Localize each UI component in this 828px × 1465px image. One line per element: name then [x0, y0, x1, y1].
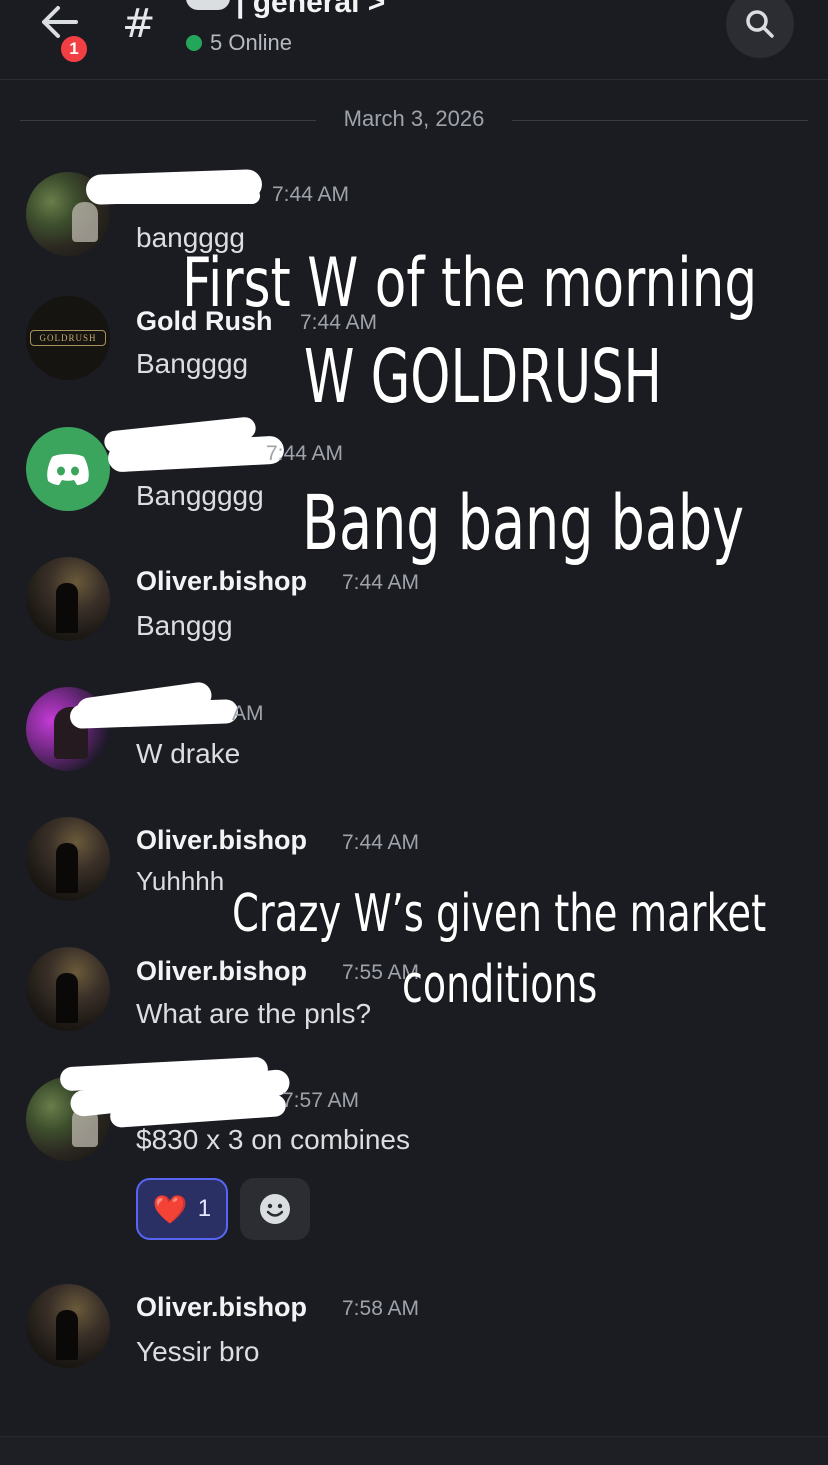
avatar[interactable] — [26, 557, 110, 641]
message-text: Bangggg — [136, 348, 249, 379]
message-text: Yessir bro — [136, 1336, 260, 1367]
search-button[interactable] — [726, 0, 794, 58]
author-name[interactable]: Oliver.bishop — [136, 1292, 307, 1323]
avatar[interactable] — [26, 947, 110, 1031]
online-status: 5 Online — [186, 30, 292, 56]
caption-text: conditions — [402, 955, 598, 1015]
caption-text: Crazy W’s given the market — [232, 884, 767, 944]
timestamp: 7:57 AM — [282, 1089, 360, 1112]
timestamp: 7:44 AM — [272, 183, 350, 206]
timestamp: 7:58 AM — [342, 1297, 420, 1320]
heart-icon: ❤️ — [152, 1193, 188, 1225]
avatar-logo-text: GOLDRUSH — [30, 330, 106, 346]
timestamp: 7:44 AM — [266, 442, 344, 465]
search-icon — [746, 10, 774, 38]
caption-text: First W of the morning — [182, 244, 758, 323]
channel-name[interactable]: | general > — [236, 0, 385, 20]
chat-bubble-icon — [186, 0, 230, 10]
channel-header: 1 # | general > 5 Online — [0, 0, 828, 80]
message-text: Banggggg — [136, 480, 264, 511]
message-text: W drake — [136, 738, 241, 769]
caption-text: W GOLDRUSH — [304, 334, 662, 420]
notification-badge: 1 — [57, 32, 91, 66]
add-reaction-button[interactable] — [240, 1178, 310, 1240]
timestamp: 7:44 AM — [342, 831, 420, 854]
date-divider: March 3, 2026 — [343, 106, 485, 131]
author-name[interactable]: Oliver.bishop — [136, 956, 307, 987]
online-dot-icon — [186, 35, 202, 51]
avatar[interactable] — [26, 1284, 110, 1368]
discord-logo-icon — [47, 454, 89, 485]
message-text: $830 x 3 on combines — [136, 1124, 410, 1155]
divider-left — [20, 120, 316, 121]
heart-reaction[interactable]: ❤️ 1 — [136, 1178, 228, 1240]
avatar[interactable] — [26, 817, 110, 901]
message-text: Yuhhhh — [136, 866, 225, 896]
message-text: What are the pnls? — [136, 998, 372, 1029]
timestamp: AM — [232, 702, 264, 725]
author-name[interactable]: Oliver.bishop — [136, 825, 307, 856]
divider-right — [512, 120, 808, 121]
bottom-bar — [0, 1436, 828, 1465]
redaction-mark — [100, 188, 260, 204]
avatar[interactable]: GOLDRUSH — [26, 296, 110, 380]
redaction-mark — [69, 699, 239, 729]
avatar[interactable] — [26, 427, 110, 511]
hash-icon: # — [122, 1, 156, 47]
smiley-icon — [260, 1194, 290, 1224]
timestamp: 7:44 AM — [342, 571, 420, 594]
message-text: Banggg — [136, 610, 233, 641]
author-name[interactable]: Oliver.bishop — [136, 566, 307, 597]
caption-text: Bang bang baby — [302, 478, 745, 567]
reaction-count: 1 — [197, 1195, 212, 1222]
online-count: 5 Online — [210, 30, 292, 55]
